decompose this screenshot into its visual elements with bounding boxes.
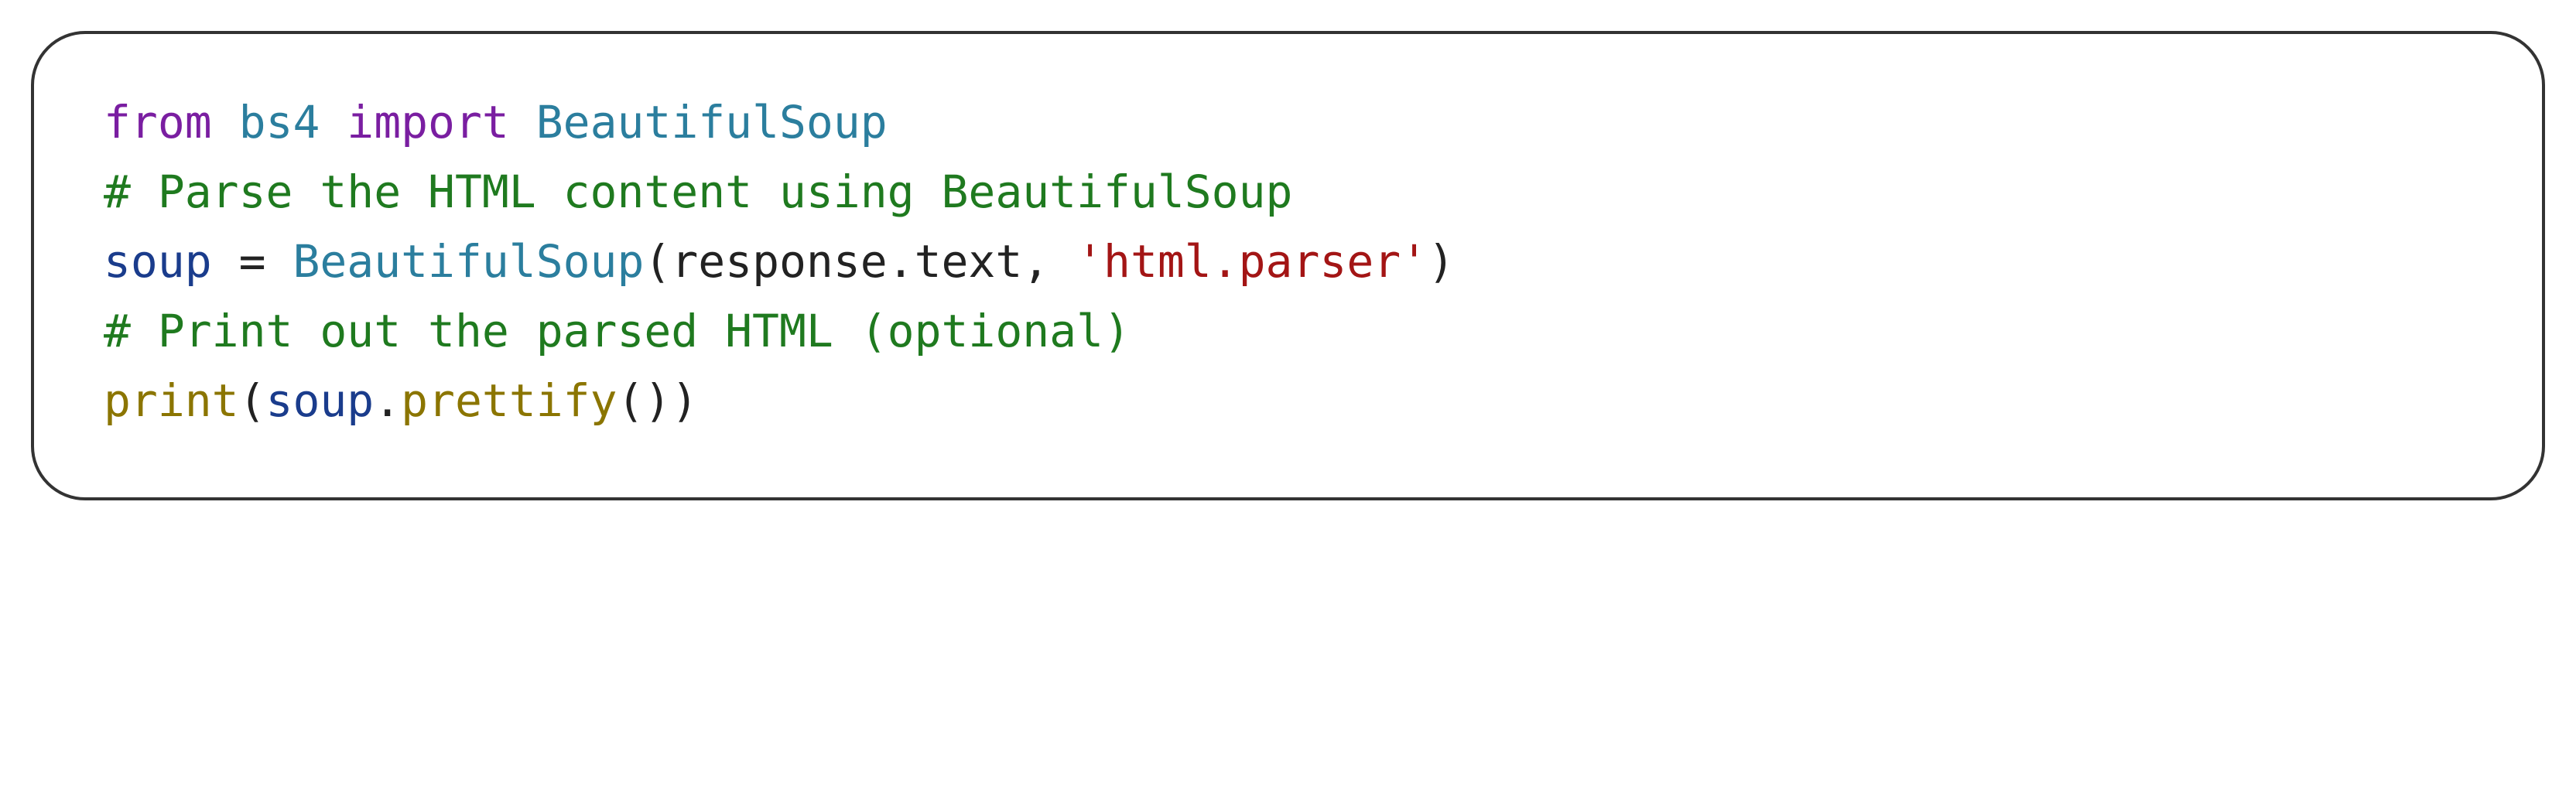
comment: # Parse the HTML content using Beautiful…	[104, 166, 1292, 218]
module-name: bs4	[239, 96, 320, 148]
equals: =	[212, 235, 293, 288]
paren-open: (	[644, 235, 671, 288]
code-line-4: # Print out the parsed HTML (optional)	[104, 305, 1131, 357]
paren-close: )	[1428, 235, 1455, 288]
comment: # Print out the parsed HTML (optional)	[104, 305, 1131, 357]
var-soup: soup	[104, 235, 212, 288]
code-line-1: from bs4 import BeautifulSoup	[104, 96, 888, 148]
paren-open: (	[239, 374, 266, 427]
paren-close: )	[671, 374, 698, 427]
call-parens: ()	[617, 374, 672, 427]
builtin-print: print	[104, 374, 239, 427]
code-line-2: # Parse the HTML content using Beautiful…	[104, 166, 1292, 218]
class-name: BeautifulSoup	[536, 96, 888, 148]
code-line-5: print(soup.prettify())	[104, 374, 698, 427]
keyword-from: from	[104, 96, 212, 148]
string-html-parser: 'html.parser'	[1076, 235, 1428, 288]
var-soup: soup	[266, 374, 375, 427]
comma: ,	[1022, 235, 1076, 288]
code-line-3: soup = BeautifulSoup(response.text, 'htm…	[104, 235, 1455, 288]
arg-response-text: response.text	[671, 235, 1022, 288]
keyword-import: import	[347, 96, 509, 148]
code-block: from bs4 import BeautifulSoup # Parse th…	[104, 88, 2472, 435]
method-prettify: prettify	[401, 374, 617, 427]
class-call: BeautifulSoup	[292, 235, 644, 288]
code-card: from bs4 import BeautifulSoup # Parse th…	[31, 31, 2545, 500]
dot: .	[374, 374, 401, 427]
